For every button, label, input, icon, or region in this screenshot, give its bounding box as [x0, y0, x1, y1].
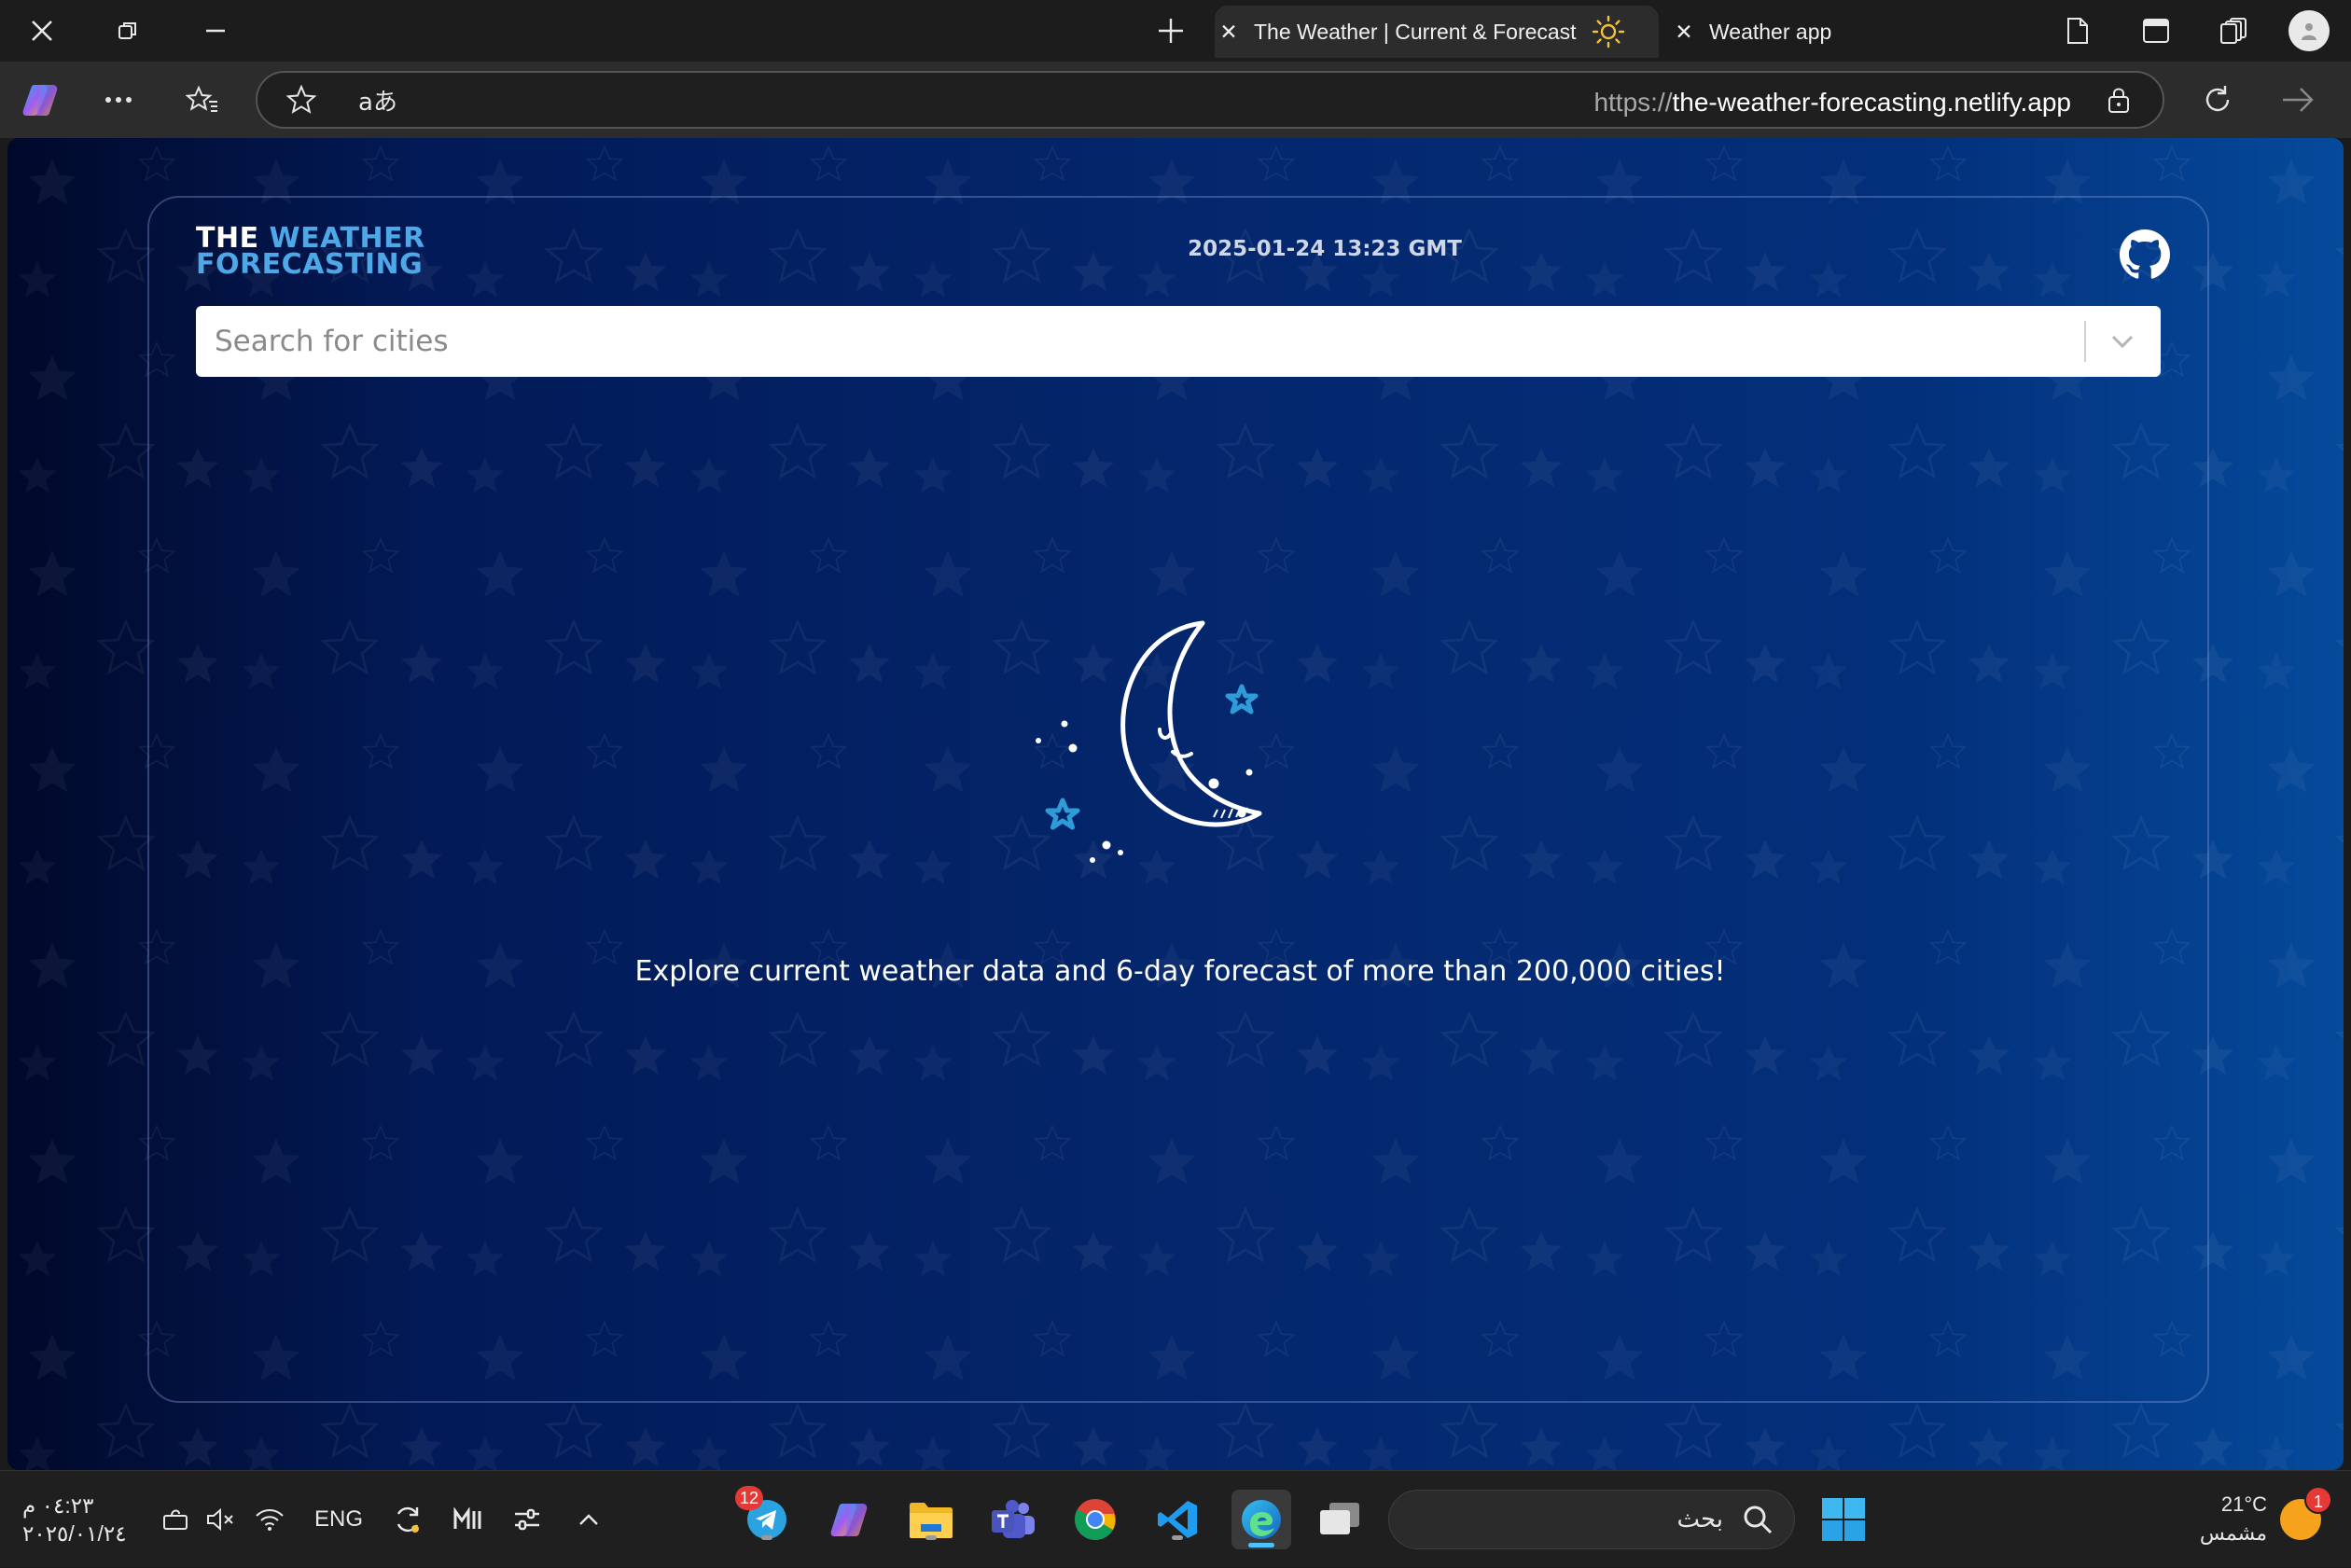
windows-start-icon[interactable] — [1815, 1492, 1871, 1547]
close-window-icon[interactable] — [17, 7, 67, 54]
city-search-select[interactable] — [196, 306, 2161, 377]
google-chrome-icon[interactable] — [1067, 1492, 1123, 1547]
running-indicator — [1172, 1535, 1183, 1540]
address-bar[interactable]: aあ https://the-weather-forecasting.netli… — [256, 71, 2164, 129]
app-card: THE WEATHER FORECASTING 2025-01-24 13:23… — [147, 196, 2209, 1403]
clock-date: ٢٠٢٥/٠١/٢٤ — [22, 1521, 127, 1546]
sleeping-moon-illustration — [1036, 620, 1262, 863]
sunny-weather-icon: 1 — [2280, 1486, 2332, 1540]
file-explorer-icon[interactable] — [903, 1492, 959, 1547]
input-language-indicator[interactable]: ENG — [306, 1471, 371, 1568]
tab-weather-forecast[interactable]: ✕ The Weather | Current & Forecast — [1215, 6, 1659, 58]
tab-weather-app[interactable]: ✕ Weather app — [1670, 6, 1950, 58]
intro-tagline: Explore current weather data and 6-day f… — [634, 955, 1726, 988]
search-icon — [1742, 1504, 1774, 1539]
search-separator — [2084, 321, 2086, 362]
sync-icon[interactable] — [384, 1471, 431, 1568]
split-screen-icon[interactable] — [2131, 7, 2181, 54]
clock[interactable]: ٠٤:٢٣ م ٢٠٢٥/٠١/٢٤ — [22, 1471, 144, 1568]
site-permissions-lock-icon[interactable] — [2094, 75, 2144, 125]
weather-temp: 21°C — [2220, 1492, 2267, 1516]
add-favorite-star-icon[interactable] — [276, 75, 327, 125]
close-tab-icon[interactable]: ✕ — [1215, 20, 1243, 45]
weather-badge: 1 — [2304, 1486, 2332, 1514]
clock-time: ٠٤:٢٣ م — [22, 1493, 94, 1518]
running-indicator — [761, 1535, 772, 1540]
new-tab-icon[interactable] — [1146, 7, 1196, 54]
taskbar-search-box[interactable]: بحث — [1388, 1490, 1795, 1549]
task-view-icon[interactable] — [1312, 1492, 1368, 1547]
language-label: ENG — [313, 1506, 363, 1532]
microsoft-teams-icon[interactable] — [985, 1492, 1041, 1547]
current-datetime: 2025-01-24 13:23 GMT — [1188, 237, 1462, 261]
page-viewport: THE WEATHER FORECASTING 2025-01-24 13:23… — [7, 138, 2344, 1470]
sun-icon — [1592, 15, 1625, 49]
windows-taskbar: ٠٤:٢٣ م ٢٠٢٥/٠١/٢٤ ENG 12 بحث 21°C مشمس … — [0, 1470, 2351, 1567]
volume-muted-icon[interactable] — [200, 1471, 243, 1568]
forward-arrow-icon[interactable] — [2273, 75, 2323, 125]
page-icon[interactable] — [2052, 7, 2103, 54]
browser-toolbar: aあ https://the-weather-forecasting.netli… — [0, 62, 2351, 138]
refresh-icon[interactable] — [2192, 75, 2243, 125]
taskbar-search-placeholder: بحث — [1676, 1506, 1723, 1533]
minimize-window-icon[interactable] — [190, 7, 241, 54]
restore-window-icon[interactable] — [103, 7, 153, 54]
more-options-icon[interactable] — [93, 75, 144, 125]
vscode-icon[interactable] — [1149, 1492, 1205, 1547]
tab-title: The Weather | Current & Forecast — [1254, 19, 1577, 44]
copilot-icon[interactable] — [15, 75, 65, 125]
url-scheme: https:// — [1593, 88, 1673, 117]
app-logo[interactable]: THE WEATHER FORECASTING — [196, 225, 425, 281]
url-host: the-weather-forecasting.netlify.app — [1672, 88, 2072, 117]
weather-condition: مشمس — [2199, 1522, 2267, 1546]
weather-widget[interactable]: 21°C مشمس 1 — [2174, 1471, 2351, 1568]
settings-sliders-icon[interactable] — [504, 1471, 550, 1568]
show-hidden-icons-chevron-up-icon[interactable] — [565, 1471, 612, 1568]
battery-saver-icon[interactable] — [155, 1471, 198, 1568]
tab-title: Weather app — [1709, 19, 1832, 44]
city-search-input[interactable] — [215, 317, 2062, 366]
chevron-down-icon[interactable] — [2099, 319, 2146, 364]
microsoft-edge-icon[interactable] — [1231, 1490, 1291, 1549]
github-icon[interactable] — [2120, 229, 2170, 280]
close-tab-icon[interactable]: ✕ — [1670, 20, 1698, 45]
browser-tab-strip: ✕ The Weather | Current & Forecast ✕ Wea… — [0, 0, 2351, 62]
running-indicator — [925, 1535, 937, 1540]
telegram-app-icon[interactable]: 12 — [735, 1486, 795, 1547]
copilot-app-icon[interactable] — [821, 1492, 877, 1547]
url-text[interactable]: https://the-weather-forecasting.netlify.… — [1593, 88, 2071, 118]
wifi-icon[interactable] — [246, 1471, 293, 1568]
read-aloud-icon[interactable]: aあ — [353, 75, 403, 125]
profile-avatar[interactable] — [2284, 7, 2334, 54]
collections-icon[interactable] — [2209, 7, 2260, 54]
read-aloud-label: aあ — [358, 88, 397, 117]
logo-word-forecasting: FORECASTING — [196, 248, 424, 281]
active-app-indicator — [1248, 1543, 1274, 1547]
telegram-badge: 12 — [735, 1486, 763, 1510]
media-app-icon[interactable] — [444, 1471, 491, 1568]
favorites-icon[interactable] — [177, 75, 228, 125]
